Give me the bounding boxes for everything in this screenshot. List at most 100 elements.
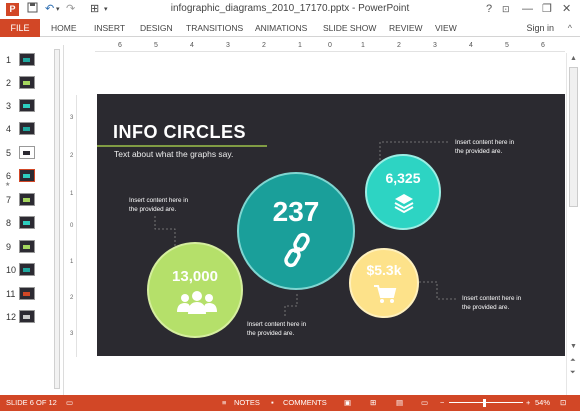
caption-line: Insert content here in	[247, 321, 307, 328]
thumbnail-number: 5	[6, 148, 12, 158]
caption-line: the provided are.	[455, 148, 503, 155]
notes-button[interactable]: NOTES	[234, 395, 260, 411]
ruler-label: 3	[70, 331, 74, 337]
tab-home[interactable]: HOME	[51, 19, 77, 37]
tab-design[interactable]: DESIGN	[140, 19, 173, 37]
thumbnail-number: 8	[6, 218, 12, 228]
thumbnail-image	[19, 99, 35, 112]
thumbnail-image	[19, 263, 35, 276]
minimize-button[interactable]: —	[522, 2, 533, 16]
thumbnail-scrollbar[interactable]	[53, 45, 61, 395]
normal-view-icon[interactable]: ▣	[344, 395, 351, 411]
vertical-ruler[interactable]: 3 2 1 0 1 2 3	[68, 95, 77, 357]
caption-top-right[interactable]: Insert content here in the provided are.	[455, 138, 514, 156]
slide-title[interactable]: INFO CIRCLES	[113, 122, 246, 143]
horizontal-ruler[interactable]: 6 5 4 3 2 1 0 1 2 3 4 5 6	[95, 42, 565, 52]
zoom-level[interactable]: 54%	[535, 395, 550, 411]
thumbnail-image	[19, 240, 35, 253]
ruler-label: 2	[262, 42, 266, 49]
caption-line: Insert content here in	[455, 139, 515, 146]
zoom-slider-thumb[interactable]	[483, 399, 486, 407]
cart-icon	[374, 285, 397, 303]
scrollbar-thumb[interactable]	[569, 67, 578, 207]
restore-button[interactable]: ❐	[542, 2, 552, 16]
comments-icon[interactable]: ▪	[271, 395, 274, 411]
notes-icon[interactable]: ≡	[222, 395, 226, 411]
caption-right[interactable]: Insert content here in the provided are.	[462, 294, 521, 312]
slide-subtitle[interactable]: Text about what the graphs say.	[114, 149, 233, 159]
ruler-label: 5	[154, 42, 158, 49]
next-slide-icon[interactable]: ⏷	[570, 369, 576, 377]
info-circle-237[interactable]: 237	[237, 172, 355, 290]
slide-counter: SLIDE 6 OF 12	[6, 398, 57, 407]
thumbnail-number: 6	[6, 171, 12, 181]
info-circle-6325[interactable]: 6,325	[365, 154, 441, 230]
slide-thumbnail-pane: 1 2 3 4 5 6 ★ 7 8 9 10 11 12	[0, 45, 64, 395]
thumbnail-image	[19, 193, 35, 206]
vertical-scrollbar[interactable]: ▲ ▼ ⏶ ⏷	[566, 53, 580, 395]
users-icon	[177, 291, 217, 314]
thumbnail-image	[19, 169, 35, 182]
thumbnail-image	[19, 287, 35, 300]
slideshow-view-icon[interactable]: ▭	[421, 395, 428, 411]
ruler-label: 2	[397, 42, 401, 49]
thumbnail-number: 2	[6, 78, 12, 88]
ruler-label: 3	[70, 115, 74, 121]
spell-check-icon[interactable]: ▭	[66, 395, 73, 411]
tab-animations[interactable]: ANIMATIONS	[255, 19, 307, 37]
tab-review[interactable]: REVIEW	[389, 19, 423, 37]
ruler-label: 3	[226, 42, 230, 49]
ruler-label: 3	[433, 42, 437, 49]
ruler-label: 2	[70, 153, 74, 159]
thumbnail-number: 3	[6, 101, 12, 111]
caption-line: the provided are.	[247, 330, 295, 337]
caption-left[interactable]: Insert content here in the provided are.	[129, 196, 188, 214]
close-button[interactable]: ✕	[562, 2, 571, 16]
zoom-slider[interactable]	[449, 402, 523, 403]
ruler-label: 0	[70, 223, 74, 229]
circle-value: 237	[272, 196, 320, 227]
reading-view-icon[interactable]: ▤	[396, 395, 403, 411]
comments-button[interactable]: COMMENTS	[283, 395, 327, 411]
connector-bottom	[284, 294, 298, 316]
slide-sorter-icon[interactable]: ⊞	[370, 395, 376, 411]
sign-in-link[interactable]: Sign in	[526, 19, 554, 37]
previous-slide-icon[interactable]: ⏶	[570, 357, 576, 365]
caption-line: Insert content here in	[462, 295, 522, 302]
caption-line: the provided are.	[129, 206, 177, 213]
scroll-down-icon[interactable]: ▼	[570, 343, 577, 350]
caption-bottom[interactable]: Insert content here in the provided are.	[247, 320, 306, 338]
info-circle-13000[interactable]: 13,000	[147, 242, 243, 338]
tab-insert[interactable]: INSERT	[94, 19, 125, 37]
document-title: infographic_diagrams_2010_17170.pptx - P…	[170, 3, 410, 14]
tab-slide-show[interactable]: SLIDE SHOW	[323, 19, 376, 37]
circle-value: 13,000	[172, 268, 218, 285]
fit-slide-icon[interactable]: ⊡	[560, 395, 566, 411]
tab-transitions[interactable]: TRANSITIONS	[186, 19, 243, 37]
ruler-label: 1	[298, 42, 302, 49]
slide-canvas[interactable]: INFO CIRCLES Text about what the graphs …	[97, 94, 565, 356]
thumbnail-image	[19, 216, 35, 229]
layers-icon	[394, 194, 414, 214]
account-picture-icon[interactable]: ^	[568, 21, 572, 35]
ruler-label: 5	[505, 42, 509, 49]
info-circle-5-3k[interactable]: $5.3k	[349, 248, 419, 318]
zoom-out-icon[interactable]: −	[440, 395, 444, 411]
scroll-up-icon[interactable]: ▲	[570, 55, 577, 62]
connector-right	[419, 281, 457, 300]
ribbon-tabs: FILE HOME INSERT DESIGN TRANSITIONS ANIM…	[0, 19, 580, 37]
thumbnail-image	[19, 310, 35, 323]
tab-view[interactable]: VIEW	[435, 19, 457, 37]
scrollbar-thumb[interactable]	[54, 49, 60, 389]
link-icon	[284, 232, 310, 268]
zoom-in-icon[interactable]: +	[526, 395, 530, 411]
ribbon-display-options-button[interactable]: ⊡	[502, 2, 510, 16]
help-button[interactable]: ?	[486, 2, 492, 16]
ruler-label: 4	[190, 42, 194, 49]
status-bar: SLIDE 6 OF 12 ▭ ≡ NOTES ▪ COMMENTS ▣ ⊞ ▤…	[0, 395, 580, 411]
ruler-label: 4	[469, 42, 473, 49]
thumbnail-number: 12	[6, 312, 17, 322]
tab-file[interactable]: FILE	[0, 19, 40, 37]
ruler-label: 6	[118, 42, 122, 49]
ruler-label: 2	[70, 295, 74, 301]
